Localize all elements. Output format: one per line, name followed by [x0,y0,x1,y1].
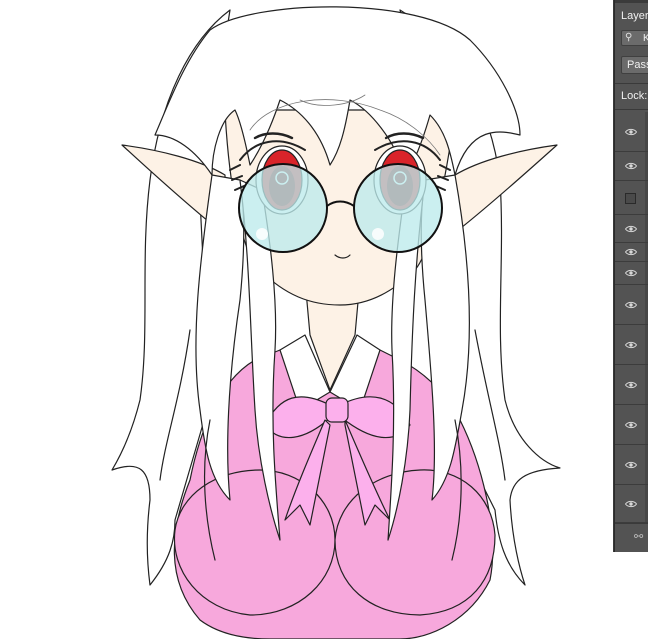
document-canvas[interactable] [0,0,614,639]
eye-icon[interactable] [625,500,637,508]
eye-icon[interactable] [625,381,637,389]
panel-header-strip [615,0,648,3]
layer-row[interactable] [615,262,648,285]
layer-row[interactable] [615,285,648,325]
layers-panel: Layers ⚲ Ki Pass Lock: ⚯ [614,0,648,552]
eye-icon[interactable] [625,128,637,136]
layers-panel-footer: ⚯ [615,523,648,552]
eye-icon[interactable] [625,162,637,170]
layer-row[interactable] [615,215,648,243]
layer-row[interactable] [615,485,648,523]
layer-row[interactable] [615,365,648,405]
search-icon: ⚲ [625,32,633,43]
layers-panel-tab[interactable]: Layers [621,10,648,22]
eye-icon[interactable] [625,225,637,233]
layer-row[interactable] [615,405,648,445]
layer-row[interactable] [615,152,648,181]
front-hair [154,6,521,176]
layer-row[interactable] [615,181,648,215]
layer-row[interactable] [615,243,648,262]
visibility-toggle-off[interactable] [625,192,636,204]
layer-filter-search[interactable]: ⚲ Ki [621,30,648,46]
eye-icon[interactable] [625,461,637,469]
lens-right [353,163,443,253]
layer-row[interactable] [615,325,648,365]
layer-row[interactable] [615,112,648,152]
link-icon[interactable]: ⚯ [634,530,643,543]
eye-icon[interactable] [625,248,637,256]
lock-label: Lock: [621,90,648,102]
lens-left [238,163,328,253]
layer-row[interactable] [615,445,648,485]
eye-icon[interactable] [625,341,637,349]
panel-divider [615,109,648,110]
anime-elf-girl-illustration [111,6,561,639]
panel-divider [615,83,648,84]
filter-kind-label: Ki [643,33,648,44]
eye-icon[interactable] [625,269,637,277]
eye-icon[interactable] [625,301,637,309]
eye-icon[interactable] [625,421,637,429]
blend-mode-select[interactable]: Pass [621,56,648,74]
